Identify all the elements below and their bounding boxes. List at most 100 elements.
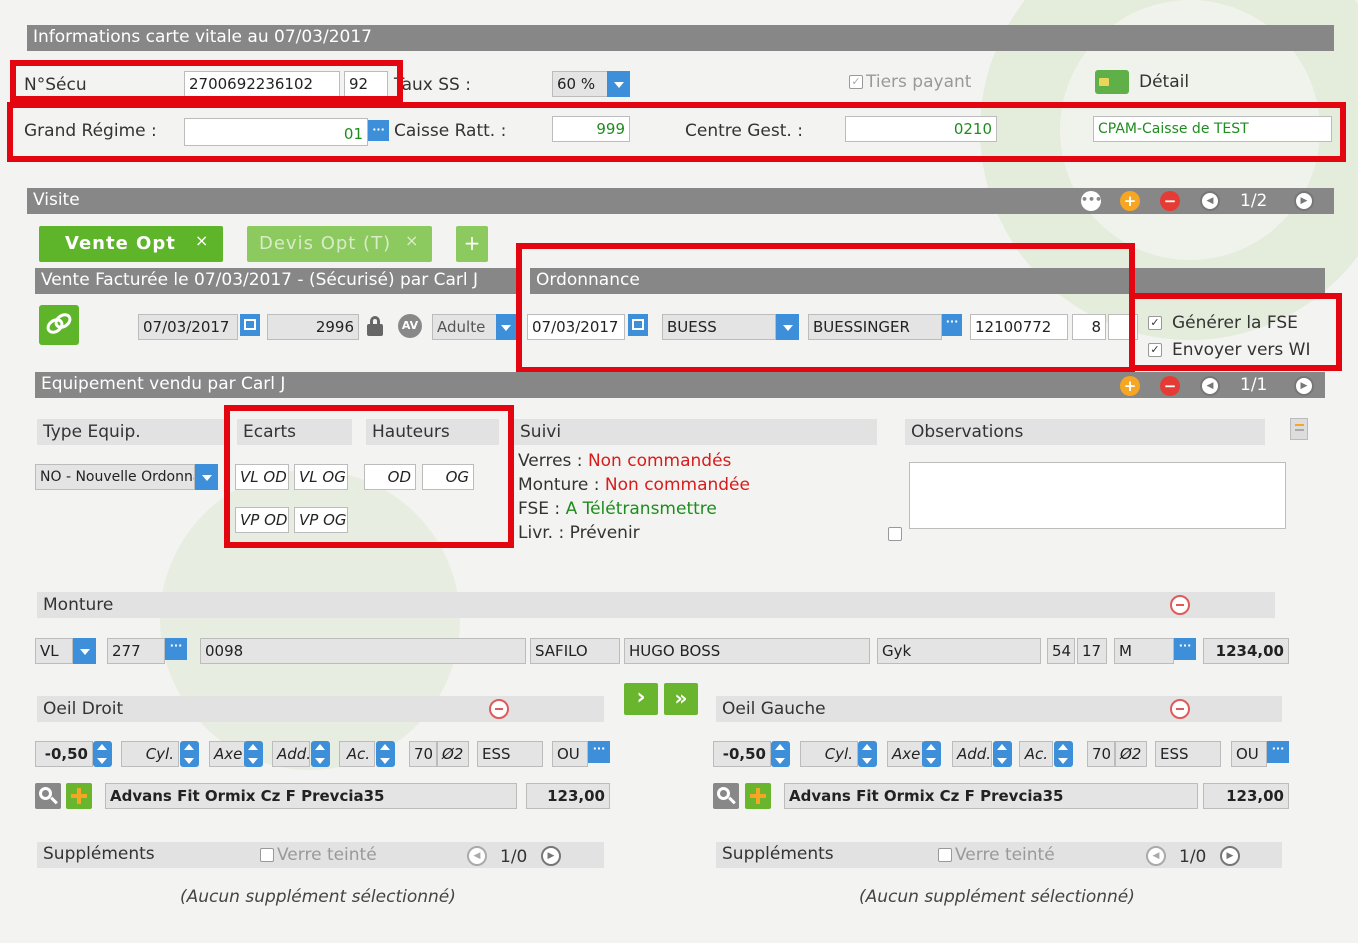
chevron-down-icon[interactable] <box>607 71 630 97</box>
add-icon[interactable] <box>745 783 771 809</box>
remove-oeil-gauche-icon[interactable] <box>1170 699 1190 719</box>
chevron-down-icon[interactable] <box>496 314 516 340</box>
type-equip-select[interactable]: NO - Nouvelle Ordonnance <box>35 464 195 490</box>
link-icon[interactable] <box>39 305 79 345</box>
next-icon[interactable]: ▶ <box>541 846 561 866</box>
og-axe-field[interactable]: Axe <box>887 741 923 767</box>
og-axe-spinner[interactable] <box>922 741 941 767</box>
prev-icon[interactable]: ◀ <box>1200 191 1220 211</box>
copy-all-right-button[interactable]: » <box>664 683 698 715</box>
observations-checkbox[interactable] <box>888 527 902 541</box>
og-verre-teinte-checkbox[interactable] <box>938 848 952 862</box>
tiers-payant-checkbox[interactable]: ✓ <box>849 75 863 89</box>
grand-regime-input[interactable]: 01 <box>184 118 368 146</box>
nsecu-input[interactable]: 2700692236102 <box>184 71 340 97</box>
od-axe-field[interactable]: Axe <box>209 741 245 767</box>
search-icon[interactable] <box>713 783 739 809</box>
caisse-ratt-input[interactable]: 999 <box>552 116 630 142</box>
search-icon[interactable] <box>35 783 61 809</box>
og-diam-field[interactable]: 70 <box>1087 741 1115 767</box>
og-cyl-field[interactable]: Cyl. <box>800 741 858 767</box>
detail-link[interactable]: Détail <box>1139 71 1189 93</box>
od-price-field[interactable]: 123,00 <box>526 783 610 809</box>
more-options-icon[interactable]: ••• <box>1081 191 1102 211</box>
prescriber-key-input[interactable]: 8 <box>1072 314 1106 340</box>
next-icon[interactable]: ▶ <box>1220 846 1240 866</box>
od-add-spinner[interactable] <box>311 741 330 767</box>
monture-supplier-field[interactable]: SAFILO <box>530 638 620 664</box>
next-icon[interactable]: ▶ <box>1294 376 1314 396</box>
chevron-down-icon[interactable] <box>73 638 96 664</box>
av-icon[interactable]: AV <box>398 314 422 338</box>
rpps-input[interactable]: 12100772 <box>970 314 1068 340</box>
tab-vente-opt[interactable]: Vente Opt × <box>39 226 223 262</box>
add-equipement-icon[interactable]: + <box>1120 376 1140 396</box>
od-sph-field[interactable]: -0,50 <box>35 741 93 767</box>
prev-icon[interactable]: ◀ <box>1146 846 1166 866</box>
copy-right-button[interactable]: › <box>624 683 658 715</box>
og-ou-field[interactable]: OU <box>1231 741 1267 767</box>
add-icon[interactable] <box>66 783 92 809</box>
od-phi-field[interactable]: Ø2 <box>437 741 469 767</box>
ecart-vp-od-input[interactable]: VP OD <box>235 507 289 533</box>
hauteur-od-input[interactable]: OD <box>364 464 416 490</box>
og-phi-field[interactable]: Ø2 <box>1115 741 1147 767</box>
monture-price-field[interactable]: 1234,00 <box>1203 638 1289 664</box>
monture-code-field[interactable]: 277 <box>107 638 165 664</box>
od-axe-spinner[interactable] <box>244 741 263 767</box>
prescriber-name-field[interactable]: BUESSINGER <box>808 314 942 340</box>
more-icon[interactable]: ··· <box>165 638 187 660</box>
od-ess-field[interactable]: ESS <box>477 741 543 767</box>
nsecu-key-input[interactable]: 92 <box>344 71 388 97</box>
ecart-vp-og-input[interactable]: VP OG <box>294 507 348 533</box>
calendar-icon[interactable] <box>628 314 648 336</box>
more-icon[interactable]: ··· <box>368 120 389 141</box>
od-ou-field[interactable]: OU <box>552 741 588 767</box>
prev-icon[interactable]: ◀ <box>467 846 487 866</box>
od-diam-field[interactable]: 70 <box>409 741 437 767</box>
remove-visite-icon[interactable]: − <box>1160 191 1180 211</box>
generer-fse-checkbox[interactable]: ✓ <box>1148 316 1162 330</box>
centre-gest-input[interactable]: 0210 <box>845 116 997 142</box>
og-ess-field[interactable]: ESS <box>1155 741 1221 767</box>
envoyer-wi-checkbox[interactable]: ✓ <box>1148 343 1162 357</box>
edit-icon[interactable] <box>1290 418 1308 440</box>
extra-input[interactable] <box>1108 314 1138 340</box>
od-lens-field[interactable]: Advans Fit Ormix Cz F Prevcia35 <box>105 783 517 809</box>
add-tab-button[interactable]: + <box>456 226 488 262</box>
prescriber-code-select[interactable]: BUESS <box>662 314 776 340</box>
monture-color-field[interactable]: Gyk <box>877 638 1041 664</box>
close-icon[interactable]: × <box>195 231 208 250</box>
remove-monture-icon[interactable] <box>1170 595 1190 615</box>
og-ac-spinner[interactable] <box>1054 741 1073 767</box>
monture-ref-field[interactable]: 0098 <box>200 638 526 664</box>
remove-oeil-droit-icon[interactable] <box>489 699 509 719</box>
more-icon[interactable]: ··· <box>942 314 962 336</box>
od-verre-teinte-checkbox[interactable] <box>260 848 274 862</box>
hauteur-og-input[interactable]: OG <box>422 464 474 490</box>
od-cyl-field[interactable]: Cyl. <box>121 741 179 767</box>
og-cyl-spinner[interactable] <box>858 741 877 767</box>
og-sph-spinner[interactable] <box>771 741 790 767</box>
ecart-vl-og-input[interactable]: VL OG <box>294 464 348 490</box>
od-sph-spinner[interactable] <box>93 741 112 767</box>
monture-size-a[interactable]: 54 <box>1047 638 1075 664</box>
og-add-spinner[interactable] <box>993 741 1012 767</box>
chevron-down-icon[interactable] <box>776 314 799 340</box>
vente-date-input[interactable]: 07/03/2017 <box>138 314 238 340</box>
monture-size-b[interactable]: 17 <box>1077 638 1107 664</box>
add-visite-icon[interactable]: + <box>1120 191 1140 211</box>
more-icon[interactable]: ··· <box>588 741 610 763</box>
monture-brand-field[interactable]: HUGO BOSS <box>624 638 870 664</box>
og-add-field[interactable]: Add. <box>952 741 992 767</box>
prev-icon[interactable]: ◀ <box>1200 376 1220 396</box>
chevron-down-icon[interactable] <box>195 464 218 490</box>
more-icon[interactable]: ··· <box>1267 741 1289 763</box>
od-ac-spinner[interactable] <box>376 741 395 767</box>
ordonnance-date-input[interactable]: 07/03/2017 <box>527 314 625 340</box>
od-cyl-spinner[interactable] <box>180 741 199 767</box>
monture-type-select[interactable]: VL <box>35 638 73 664</box>
og-lens-field[interactable]: Advans Fit Ormix Cz F Prevcia35 <box>784 783 1198 809</box>
og-price-field[interactable]: 123,00 <box>1203 783 1289 809</box>
card-icon[interactable] <box>1095 70 1129 94</box>
